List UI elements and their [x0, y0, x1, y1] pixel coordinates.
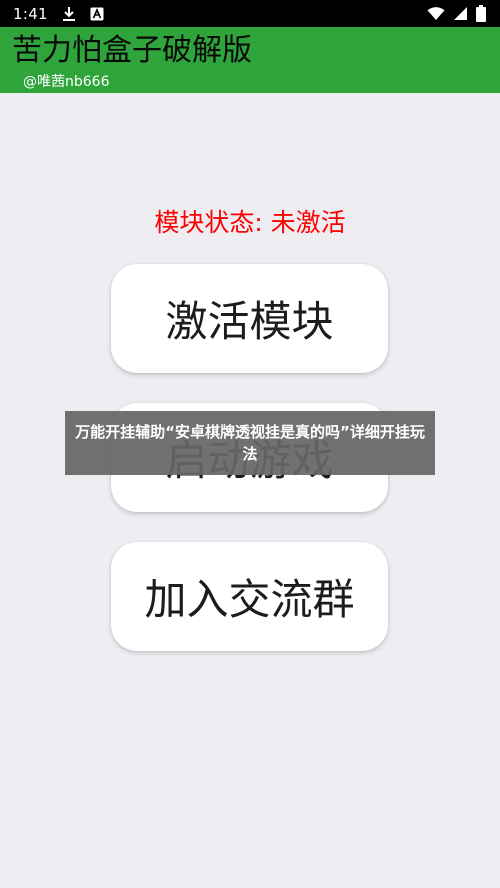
status-left: 1:41: [13, 5, 104, 23]
signal-icon: [453, 6, 468, 21]
module-status-text: 模块状态: 未激活: [154, 208, 346, 237]
battery-icon: [476, 5, 486, 22]
status-bar: 1:41: [0, 0, 500, 27]
join-group-button[interactable]: 加入交流群: [111, 542, 388, 651]
overlay-banner-text: 万能开挂辅助“安卓棋牌透视挂是真的吗”详细开挂玩法: [75, 423, 425, 463]
overlay-banner: 万能开挂辅助“安卓棋牌透视挂是真的吗”详细开挂玩法: [65, 411, 435, 475]
download-icon: [62, 6, 76, 22]
wifi-icon: [427, 6, 445, 21]
app-subtitle: @唯茜nb666: [23, 74, 110, 90]
activate-module-button[interactable]: 激活模块: [111, 264, 388, 373]
notification-a-icon: [90, 7, 104, 21]
app-title: 苦力怕盒子破解版: [12, 33, 252, 68]
status-right: [427, 5, 486, 22]
status-time: 1:41: [13, 4, 48, 23]
app-bar: 苦力怕盒子破解版 @唯茜nb666: [0, 27, 500, 93]
